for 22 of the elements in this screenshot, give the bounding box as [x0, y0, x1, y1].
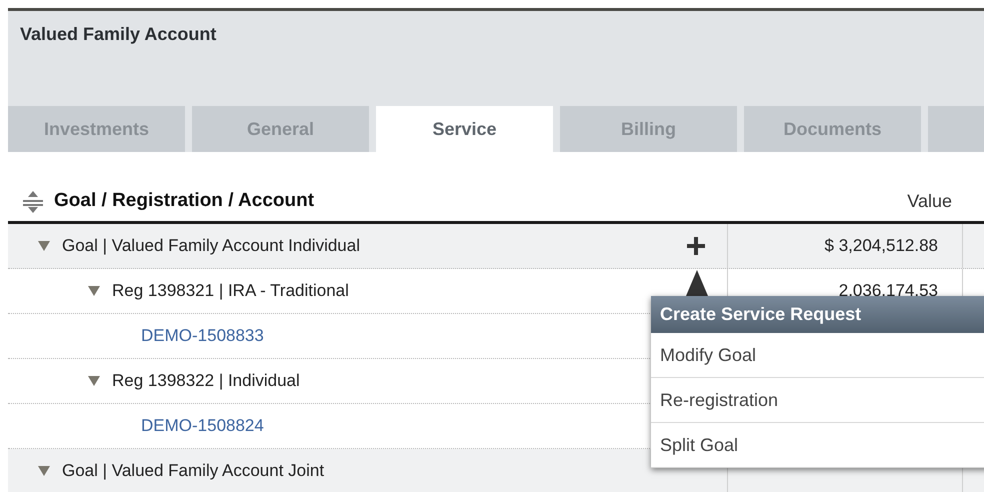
menu-item[interactable]: Modify Goal [651, 333, 984, 378]
expanded-caret-icon[interactable] [88, 376, 100, 386]
expanded-caret-icon[interactable] [38, 466, 50, 476]
column-header: Value [907, 190, 952, 213]
account-title: Valued Family Account [19, 23, 218, 46]
account-link[interactable]: DEMO-1508824 [141, 413, 264, 439]
menu-title: Create Service Request [651, 296, 984, 333]
menu-item[interactable]: Re-registration [651, 378, 984, 423]
popover-pointer-icon [686, 270, 708, 296]
expanded-caret-icon[interactable] [38, 241, 50, 251]
menu-item[interactable]: Split Goal [651, 423, 984, 468]
expanded-caret-icon[interactable] [88, 286, 100, 296]
registration-label: Reg 1398321 | IRA - Traditional [112, 280, 349, 302]
add-icon[interactable] [687, 237, 705, 255]
value-cell-text: $ 3,204,512.88 [824, 235, 938, 258]
tab[interactable]: Service [376, 106, 553, 152]
goal-label: Goal | Valued Family Account Individual [62, 235, 360, 258]
account-link[interactable]: DEMO-1508833 [141, 323, 264, 349]
collapse-all-icon[interactable] [22, 190, 44, 214]
registration-label: Reg 1398322 | Individual [112, 370, 300, 392]
goal-label: Goal | Valued Family Account Joint [62, 460, 324, 482]
column-header: Goal / Registration / Account [54, 189, 316, 214]
